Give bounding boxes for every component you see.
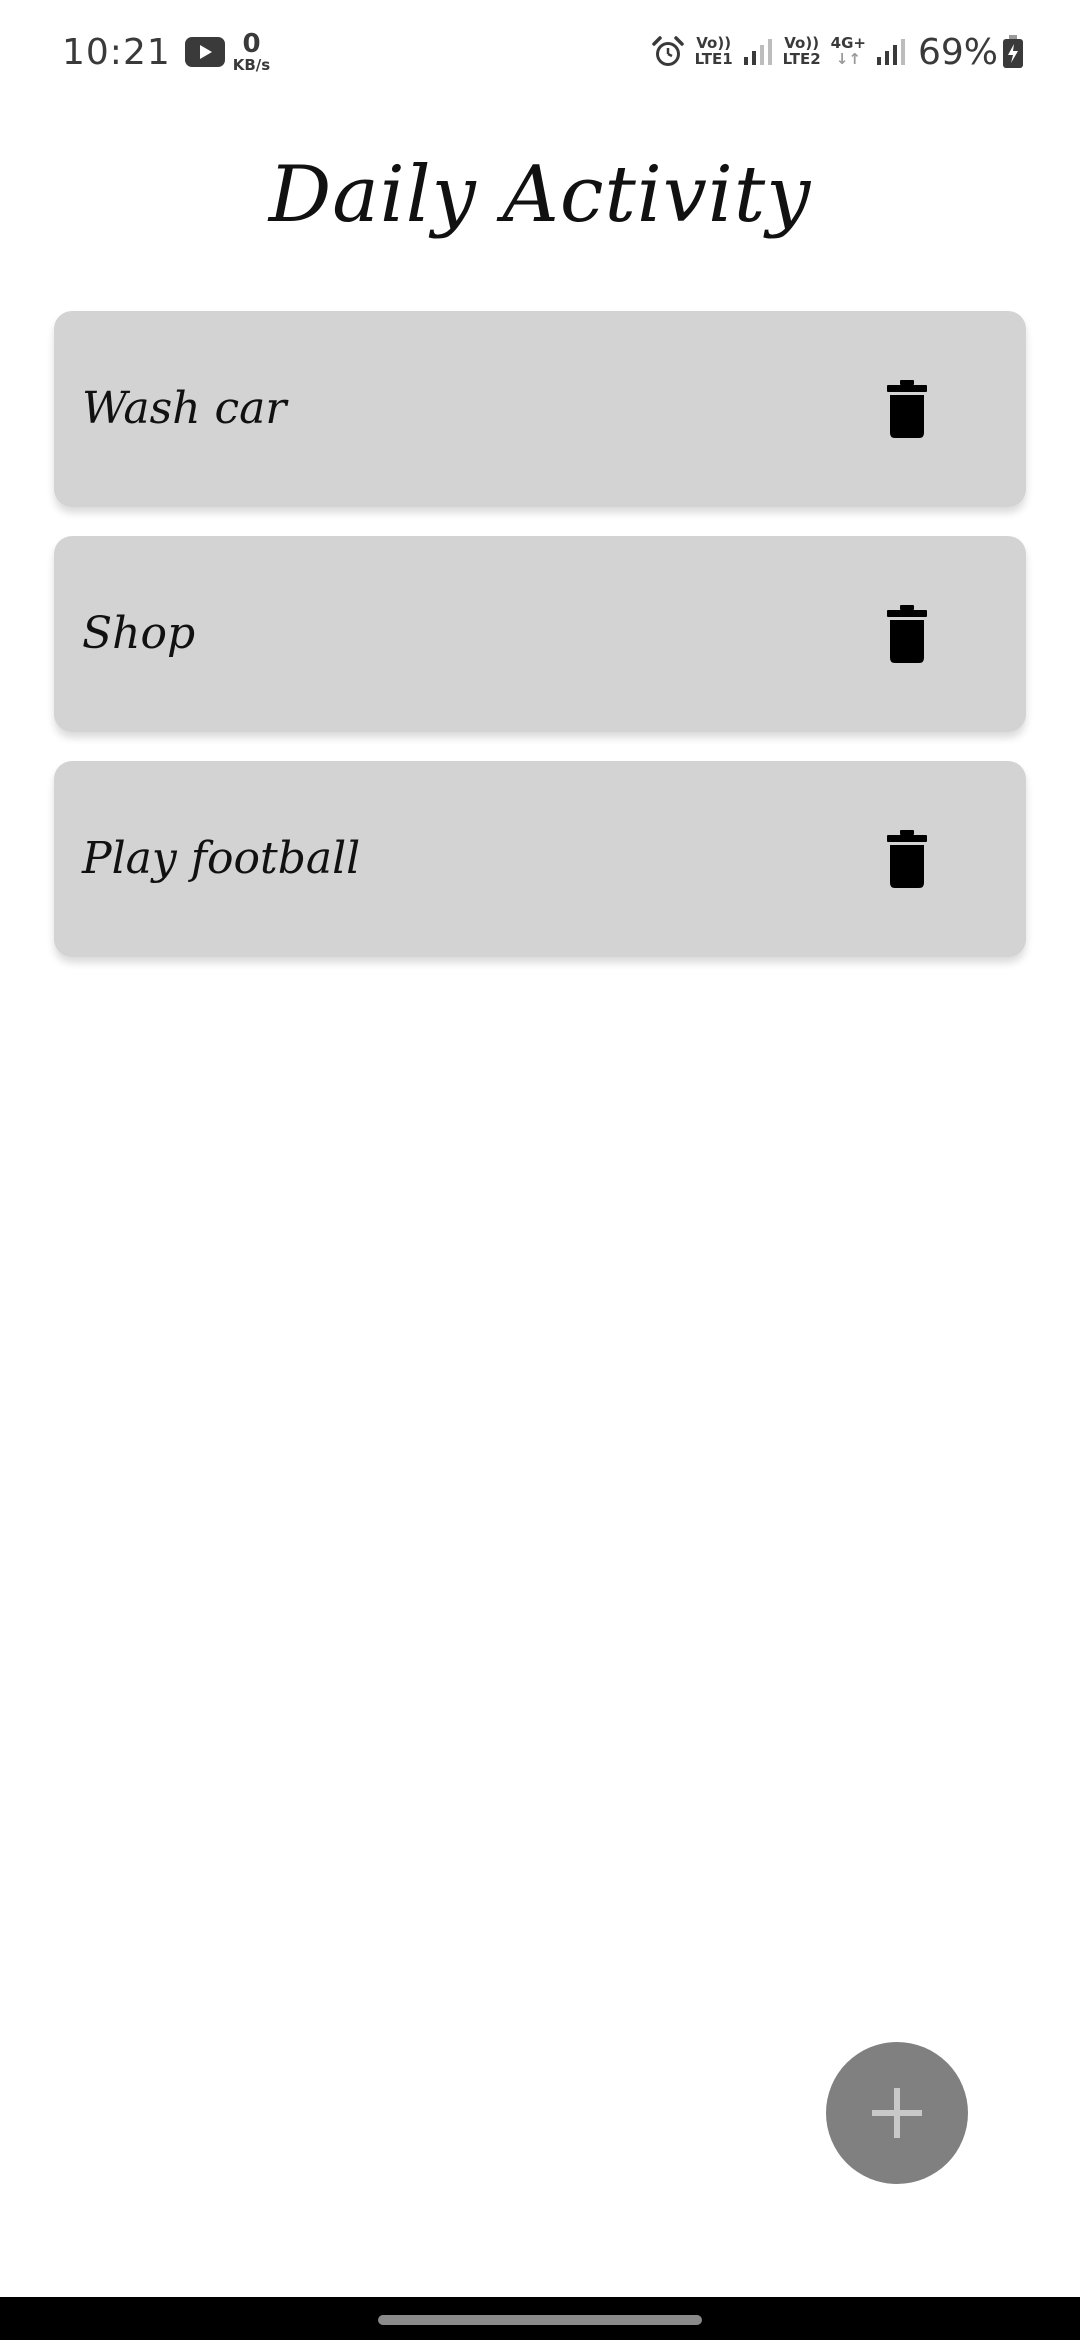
trash-icon <box>887 830 927 888</box>
plus-icon <box>872 2088 922 2138</box>
clock: 10:21 <box>62 31 171 73</box>
task-list: Wash car Shop Play football <box>54 311 1026 986</box>
task-label: Shop <box>82 608 196 659</box>
trash-icon <box>887 380 927 438</box>
delete-button[interactable] <box>884 379 930 439</box>
network-speed-value: 0 <box>242 29 261 59</box>
task-label: Wash car <box>82 383 287 434</box>
add-task-button[interactable] <box>826 2042 968 2184</box>
sim1-type: LTE1 <box>694 50 733 68</box>
status-right: Vo)) LTE1 Vo)) LTE2 4G+ ↓↑ 69% <box>641 28 1024 76</box>
task-card[interactable]: Wash car <box>54 311 1026 507</box>
status-left: 10:21 0 KB/s <box>62 24 270 80</box>
page-title: Daily Activity <box>268 150 812 240</box>
network-speed-unit: KB/s <box>232 56 271 74</box>
signal-icon <box>876 37 906 67</box>
delete-button[interactable] <box>884 829 930 889</box>
status-bar: 10:21 0 KB/s Vo)) LTE1 Vo)) LTE2 4G+ ↓↑ … <box>0 0 1080 100</box>
task-card[interactable]: Shop <box>54 536 1026 732</box>
navigation-bar <box>0 2297 1080 2340</box>
task-label: Play football <box>82 833 361 884</box>
delete-button[interactable] <box>884 604 930 664</box>
sim2-label: Vo)) LTE2 <box>782 35 821 68</box>
home-gesture-handle[interactable] <box>378 2315 702 2325</box>
alarm-icon <box>651 35 685 69</box>
trash-icon <box>887 605 927 663</box>
network-speed: 0 KB/s <box>233 31 270 73</box>
sim1-label: Vo)) LTE1 <box>694 35 733 68</box>
youtube-icon <box>184 37 225 67</box>
battery-percentage: 69% <box>917 31 998 73</box>
data-arrows-icon: ↓↑ <box>835 50 861 68</box>
network-type: 4G+ ↓↑ <box>831 35 866 68</box>
sim2-type: LTE2 <box>782 50 821 68</box>
signal-icon <box>743 37 773 67</box>
task-card[interactable]: Play football <box>54 761 1026 957</box>
battery-icon <box>1002 35 1024 69</box>
